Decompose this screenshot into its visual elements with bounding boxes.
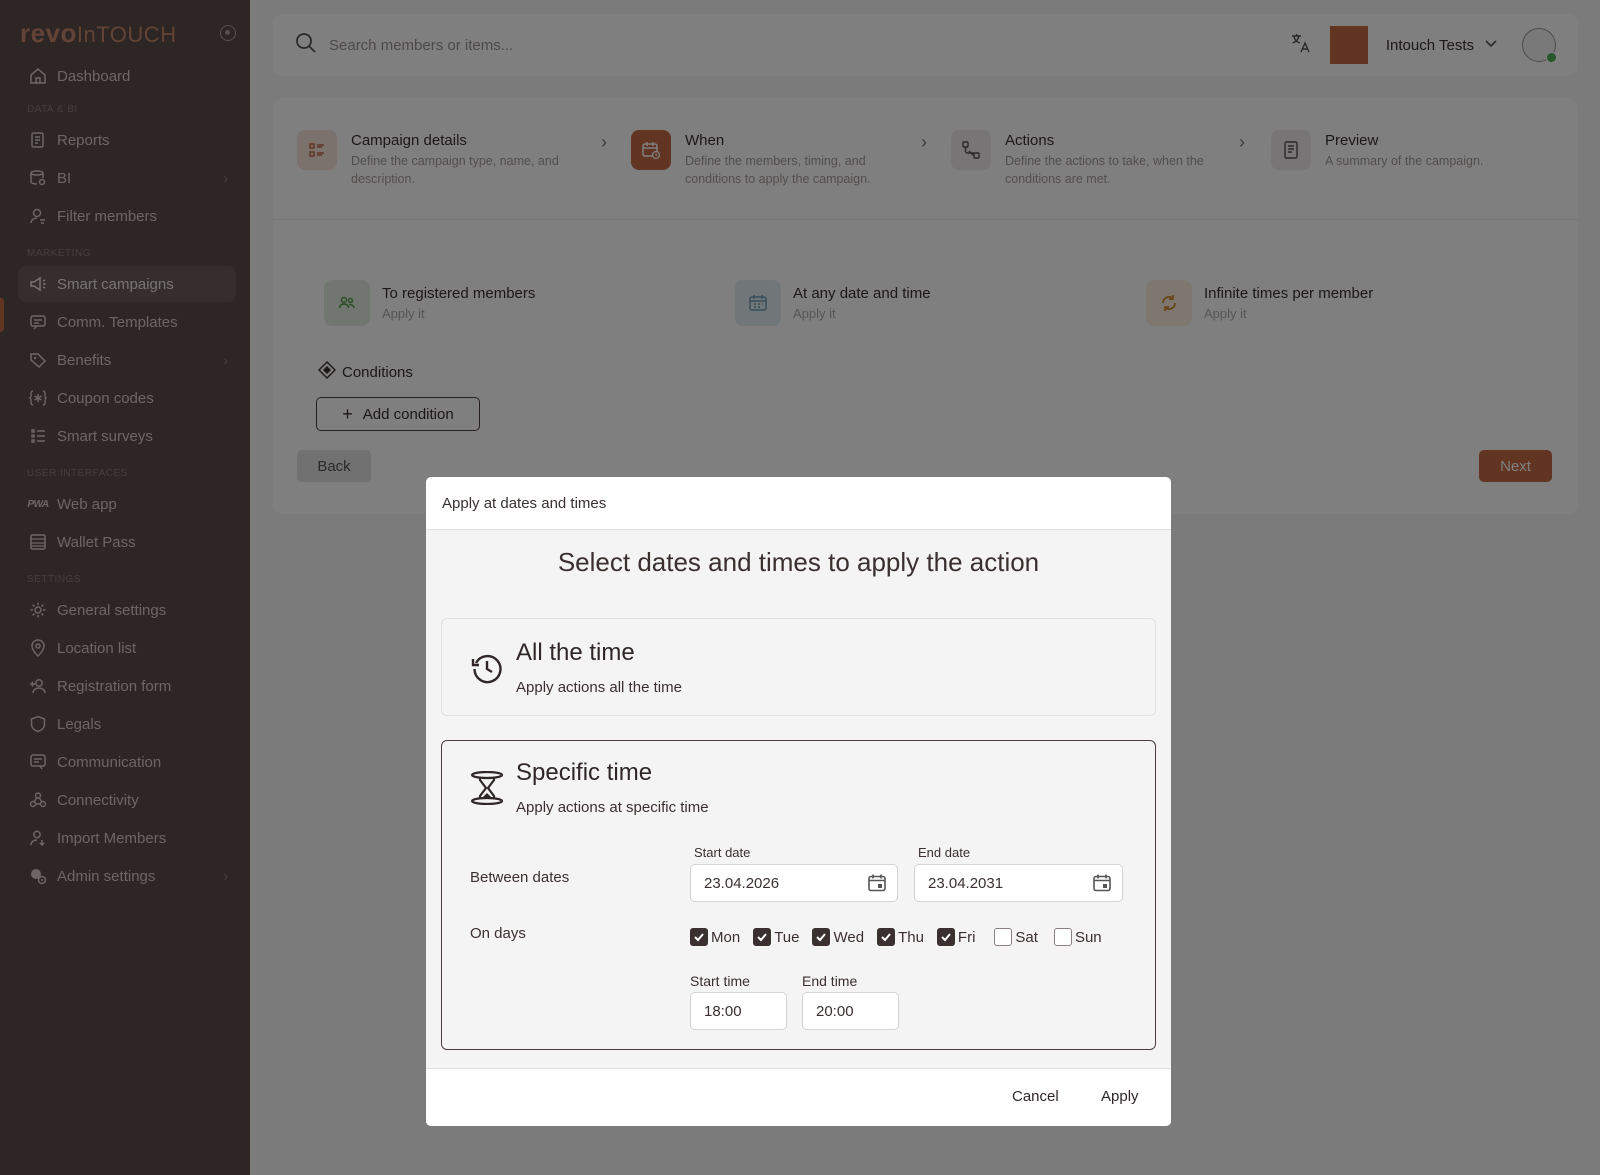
day-label: Sat [1015, 928, 1038, 946]
day-label: Thu [898, 928, 924, 946]
start-time-label: Start time [690, 973, 750, 989]
calendar-icon[interactable] [867, 873, 887, 897]
end-date-label: End date [918, 845, 971, 860]
checkbox-checked[interactable] [812, 928, 831, 946]
end-time-field[interactable]: 20:00 [802, 992, 899, 1030]
day-fri[interactable]: Fri [936, 928, 976, 946]
option-title: Specific time [516, 759, 653, 786]
day-label: Tue [774, 928, 800, 946]
days-checkbox-group: Mon Tue Wed Thu Fri Sat Sun [690, 928, 1115, 946]
option-subtitle: Apply actions all the time [516, 679, 682, 696]
start-date-value: 23.04.2026 [704, 874, 780, 892]
checkbox-checked[interactable] [690, 928, 708, 946]
day-mon[interactable]: Mon [690, 928, 740, 946]
checkbox-checked[interactable] [877, 928, 896, 946]
on-days-label: On days [470, 925, 526, 942]
end-time-label: End time [802, 973, 858, 989]
calendar-icon[interactable] [1092, 873, 1112, 897]
checkbox-checked[interactable] [753, 928, 772, 946]
day-thu[interactable]: Thu [877, 928, 924, 946]
apply-button[interactable]: Apply [1101, 1088, 1139, 1105]
day-sat[interactable]: Sat [994, 928, 1038, 946]
dialog-header: Apply at dates and times [426, 477, 1171, 530]
start-time-value: 18:00 [704, 1002, 742, 1020]
day-tue[interactable]: Tue [753, 928, 799, 946]
checkbox-checked[interactable] [936, 928, 955, 946]
dialog-footer: Cancel Apply [426, 1068, 1171, 1126]
dialog-heading: Select dates and times to apply the acti… [557, 547, 1040, 577]
dialog-body: Select dates and times to apply the acti… [426, 530, 1171, 1068]
option-subtitle: Apply actions at specific time [516, 799, 709, 816]
start-date-label: Start date [694, 845, 751, 860]
day-sun[interactable]: Sun [1053, 928, 1102, 946]
day-wed[interactable]: Wed [812, 928, 864, 946]
cancel-button[interactable]: Cancel [1012, 1088, 1059, 1105]
option-specific-time[interactable]: Specific time Apply actions at specific … [441, 740, 1156, 1050]
end-time-value: 20:00 [816, 1002, 854, 1020]
clock-history-icon [470, 651, 504, 685]
between-dates-label: Between dates [470, 869, 570, 886]
date-time-dialog: Apply at dates and times Select dates an… [426, 477, 1171, 1126]
day-label: Fri [957, 928, 976, 946]
option-all-the-time[interactable]: All the time Apply actions all the time [441, 618, 1156, 716]
hourglass-icon [470, 770, 504, 806]
start-date-field[interactable]: 23.04.2026 [690, 864, 898, 902]
day-label: Mon [711, 928, 741, 946]
end-date-value: 23.04.2031 [928, 874, 1004, 892]
day-label: Sun [1074, 928, 1102, 946]
day-label: Wed [833, 928, 865, 946]
end-date-field[interactable]: 23.04.2031 [914, 864, 1123, 902]
start-time-field[interactable]: 18:00 [690, 992, 787, 1030]
checkbox-unchecked[interactable] [1053, 928, 1072, 946]
option-title: All the time [516, 639, 635, 666]
checkbox-unchecked[interactable] [994, 928, 1013, 946]
